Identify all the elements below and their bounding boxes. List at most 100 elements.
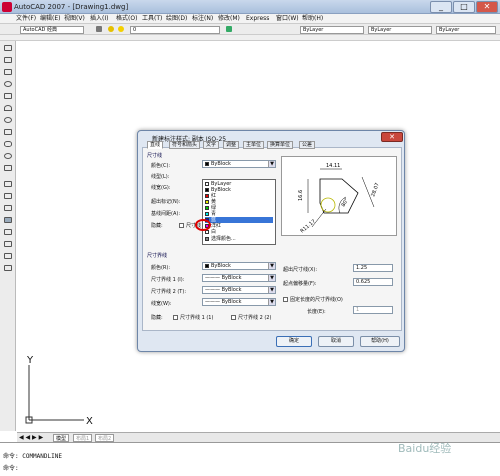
ext-suppress-2-checkbox[interactable]: 尺寸界线 2 (2) — [231, 314, 271, 321]
menu-edit[interactable]: 编辑(E) — [40, 14, 60, 24]
color-swatch-icon — [205, 161, 209, 166]
ext-linetype1-label: 尺寸界线 1 (I): — [151, 277, 185, 283]
tab-alternate-units[interactable]: 换算单位 — [267, 141, 294, 149]
rectangle-icon[interactable] — [4, 93, 12, 99]
color-dropdown-list[interactable]: ByLayer ByBlock 红 黄 绿 青 蓝 洋红 白 选择颜色... — [202, 179, 276, 245]
lineweight-select[interactable]: ByLayer — [436, 26, 496, 34]
tab-symbols-arrows[interactable]: 符号和箭头 — [169, 141, 201, 149]
construction-line-icon[interactable] — [4, 57, 12, 63]
checkbox-icon[interactable] — [231, 315, 236, 320]
circle-icon[interactable] — [4, 117, 12, 123]
gradient-icon[interactable] — [4, 229, 12, 235]
chevron-down-icon[interactable]: ▼ — [268, 161, 275, 167]
ext-suppress-1-checkbox[interactable]: 尺寸界线 1 (1) — [173, 314, 213, 321]
make-block-icon[interactable] — [4, 193, 12, 199]
color-value: ByBlock — [211, 161, 231, 167]
color-option[interactable]: 白 — [205, 229, 273, 235]
command-history: 命令: COMMANDLINE — [3, 453, 62, 460]
dialog-close-button[interactable]: ✕ — [381, 132, 403, 142]
polygon-icon[interactable] — [4, 81, 12, 87]
dimension-line-group-label: 尺寸线 — [147, 153, 163, 159]
tab-tolerances[interactable]: 公差 — [299, 141, 316, 149]
checkbox-icon[interactable] — [179, 223, 184, 228]
layer-previous-icon[interactable] — [226, 26, 232, 32]
dialog-body: 直线 符号和箭头 文字 调整 主单位 换算单位 公差 尺寸线 颜色(C): By… — [142, 141, 402, 331]
ellipse-icon[interactable] — [4, 153, 12, 159]
menu-help[interactable]: 帮助(H) — [302, 14, 323, 24]
color-select[interactable]: ByLayer — [300, 26, 364, 34]
dimension-style-dialog: 新建标注样式: 副本 ISO-25 ✕ 直线 符号和箭头 文字 调整 主单位 换… — [137, 130, 405, 352]
multiline-text-icon[interactable] — [4, 265, 12, 271]
chevron-down-icon[interactable]: ▼ — [268, 287, 275, 293]
extension-line-group-label: 尺寸界线 — [147, 253, 168, 259]
command-prompt[interactable]: 命令: — [3, 463, 19, 472]
layer-manager-icon[interactable] — [96, 26, 102, 32]
menu-format[interactable]: 格式(O) — [116, 14, 137, 24]
tab-primary-units[interactable]: 主单位 — [243, 141, 265, 149]
revision-cloud-icon[interactable] — [4, 129, 12, 135]
lightbulb-icon[interactable] — [108, 26, 114, 32]
close-button[interactable]: ✕ — [476, 1, 498, 13]
linetype-select[interactable]: ByLayer — [368, 26, 432, 34]
ext-linetype2-label: 尺寸界线 2 (T): — [151, 289, 187, 295]
polyline-icon[interactable] — [4, 69, 12, 75]
minimize-button[interactable]: _ — [430, 1, 452, 13]
menu-insert[interactable]: 插入(I) — [90, 14, 108, 24]
menu-draw[interactable]: 绘图(D) — [166, 14, 187, 24]
region-icon[interactable] — [4, 241, 12, 247]
chevron-down-icon[interactable]: ▼ — [268, 263, 275, 269]
ext-lineweight-select[interactable]: ——— ByBlock ▼ — [202, 298, 276, 306]
menu-dimension[interactable]: 标注(N) — [192, 14, 213, 24]
arc-icon[interactable] — [4, 105, 12, 111]
app-icon[interactable] — [2, 2, 12, 12]
tab-lines[interactable]: 直线 — [147, 141, 164, 149]
beyond-dim-input[interactable]: 1.25 — [353, 264, 393, 272]
highlight-circle — [195, 219, 211, 231]
color-label: 颜色(C): — [151, 163, 171, 169]
spline-icon[interactable] — [4, 141, 12, 147]
ext-lineweight-label: 线宽(W): — [151, 301, 172, 307]
workspace-select[interactable]: AutoCAD 经典 — [20, 26, 84, 34]
line-icon[interactable] — [4, 45, 12, 51]
table-icon[interactable] — [4, 253, 12, 259]
layer-select[interactable]: 0 — [130, 26, 220, 34]
help-button[interactable]: 帮助(H) — [360, 336, 400, 347]
preview-dim-2: 16.6 — [298, 190, 304, 201]
ext-linetype2-select[interactable]: ——— ByBlock ▼ — [202, 286, 276, 294]
menu-tools[interactable]: 工具(T) — [142, 14, 162, 24]
ext-suppress-label: 隐藏: — [151, 315, 163, 321]
ext-color-select[interactable]: ByBlock ▼ — [202, 262, 276, 270]
maximize-button[interactable]: □ — [453, 1, 475, 13]
ok-button[interactable]: 确定 — [276, 336, 312, 347]
menu-bar: 文件(F) 编辑(E) 视图(V) 插入(I) 格式(O) 工具(T) 绘图(D… — [0, 14, 500, 24]
length-input[interactable]: 1 — [353, 306, 393, 314]
ellipse-arc-icon[interactable] — [4, 165, 12, 171]
fixed-length-checkbox[interactable]: 固定长度的尺寸界线(O) — [283, 296, 343, 303]
menu-view[interactable]: 视图(V) — [64, 14, 85, 24]
menu-modify[interactable]: 修改(M) — [218, 14, 240, 24]
chevron-down-icon[interactable]: ▼ — [268, 299, 275, 305]
sun-icon[interactable] — [118, 26, 124, 32]
standard-toolbar: AutoCAD 经典 0 ByLayer ByLayer ByLayer — [0, 24, 500, 35]
checkbox-icon[interactable] — [173, 315, 178, 320]
tab-layout2[interactable]: 布局2 — [95, 434, 115, 442]
chevron-down-icon[interactable]: ▼ — [268, 275, 275, 281]
color-option-more[interactable]: 选择颜色... — [205, 236, 273, 242]
tab-text[interactable]: 文字 — [203, 141, 220, 149]
menu-file[interactable]: 文件(F) — [16, 14, 36, 24]
menu-window[interactable]: 窗口(W) — [276, 14, 299, 24]
tab-fit[interactable]: 调整 — [223, 141, 240, 149]
insert-block-icon[interactable] — [4, 181, 12, 187]
draw-toolbar — [0, 41, 16, 431]
checkbox-icon[interactable] — [283, 297, 288, 302]
point-icon[interactable] — [4, 205, 12, 211]
tab-nav-arrows[interactable]: ◀ ◀ ▶ ▶ — [19, 434, 43, 441]
cancel-button[interactable]: 取消 — [318, 336, 354, 347]
offset-origin-input[interactable]: 0.625 — [353, 278, 393, 286]
menu-express[interactable]: Express — [246, 14, 269, 24]
tab-model[interactable]: 模型 — [53, 434, 70, 442]
hatch-icon[interactable] — [4, 217, 12, 223]
tab-layout1[interactable]: 布局1 — [73, 434, 93, 442]
ext-linetype1-select[interactable]: ——— ByBlock ▼ — [202, 274, 276, 282]
color-select[interactable]: ByBlock ▼ — [202, 160, 276, 168]
